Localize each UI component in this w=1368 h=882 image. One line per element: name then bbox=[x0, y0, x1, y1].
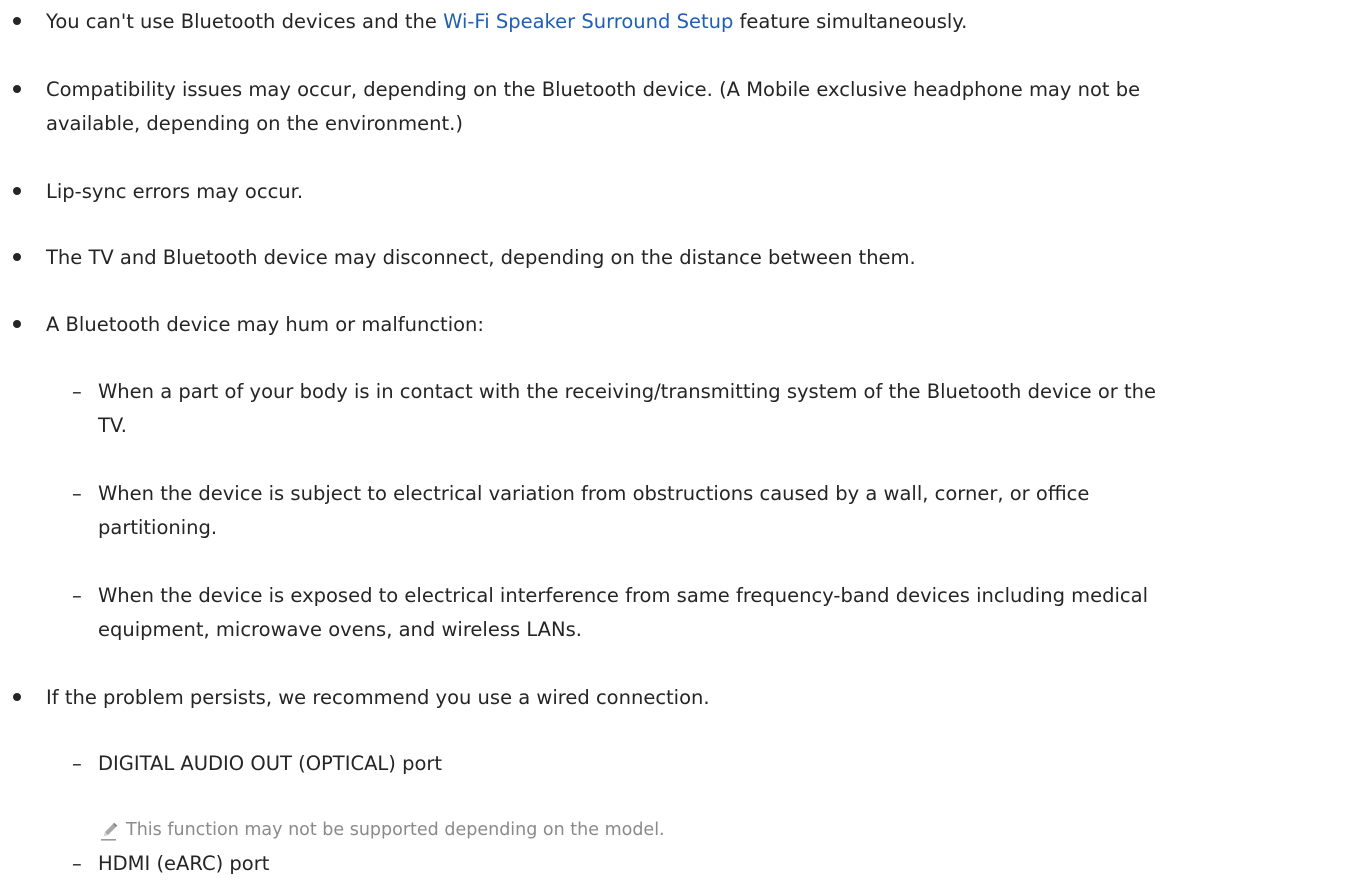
sub-list-item-text-line: When a part of your body is in contact w… bbox=[98, 380, 1157, 403]
list-item-text: Lip-sync errors may occur. bbox=[46, 180, 304, 203]
bullet-icon bbox=[12, 307, 22, 343]
dash-marker: – bbox=[72, 752, 82, 775]
sub-list-item-text-line: equipment, microwave ovens, and wireless… bbox=[98, 618, 582, 641]
note-text: This function may not be supported depen… bbox=[126, 820, 665, 840]
list-item-text: A Bluetooth device may hum or malfunctio… bbox=[46, 313, 484, 336]
pencil-note-icon bbox=[98, 819, 120, 841]
bullet-icon bbox=[12, 174, 22, 210]
text-segment: feature simultaneously. bbox=[733, 10, 968, 33]
list-item-text: The TV and Bluetooth device may disconne… bbox=[46, 246, 916, 269]
text-segment: You can't use Bluetooth devices and the bbox=[46, 10, 444, 33]
dash-marker: – bbox=[72, 482, 82, 505]
bullet-icon bbox=[12, 4, 22, 40]
list-item-text: You can't use Bluetooth devices and the … bbox=[46, 4, 1346, 40]
list-item-text-line: available, depending on the environment.… bbox=[46, 112, 463, 135]
list-item-text: If the problem persists, we recommend yo… bbox=[46, 686, 710, 709]
sub-list-item-text-line: When the device is exposed to electrical… bbox=[98, 584, 1149, 607]
dash-marker: – bbox=[72, 380, 82, 403]
sub-list-item-text: DIGITAL AUDIO OUT (OPTICAL) port bbox=[98, 752, 443, 775]
dash-marker: – bbox=[72, 584, 82, 607]
sub-list-item-text-line: partitioning. bbox=[98, 516, 218, 539]
list-item-text-line: Compatibility issues may occur, dependin… bbox=[46, 78, 1141, 101]
sub-list-item-text: HDMI (eARC) port bbox=[98, 852, 270, 875]
bullet-icon bbox=[12, 72, 22, 108]
sub-list-item-text-line: When the device is subject to electrical… bbox=[98, 482, 1090, 505]
wifi-speaker-surround-setup-link[interactable]: Wi-Fi Speaker Surround Setup bbox=[443, 10, 733, 33]
sub-list-item-text-line: TV. bbox=[98, 414, 127, 437]
bullet-icon bbox=[12, 240, 22, 276]
dash-marker: – bbox=[72, 852, 82, 875]
bullet-icon bbox=[12, 680, 22, 716]
